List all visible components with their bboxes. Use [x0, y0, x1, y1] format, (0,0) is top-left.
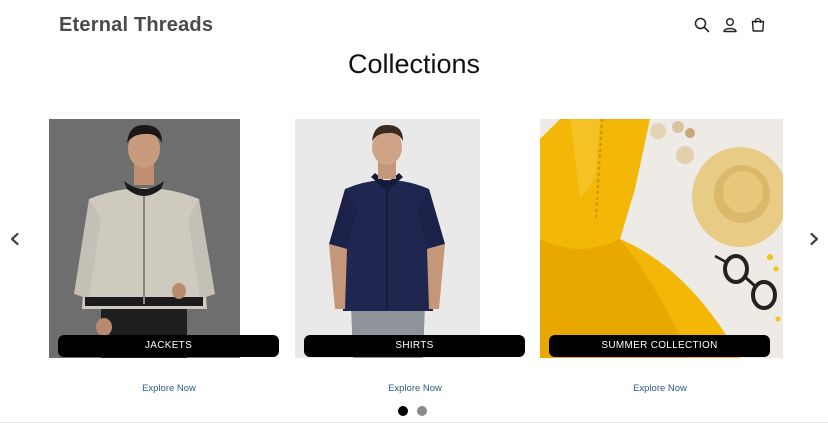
cart-icon[interactable] [749, 16, 767, 34]
collection-label[interactable]: SHIRTS [304, 335, 525, 357]
explore-now-link[interactable]: Explore Now [540, 383, 780, 394]
page-title: Collections [347, 49, 481, 79]
collection-image[interactable] [540, 119, 783, 358]
brand-logo[interactable]: Eternal Threads [59, 14, 213, 37]
carousel-pagination [398, 406, 428, 416]
chevron-left-icon[interactable] [7, 231, 23, 247]
explore-now-link[interactable]: Explore Now [295, 383, 535, 394]
site-header: Eternal Threads [0, 0, 828, 52]
divider [0, 422, 828, 423]
account-icon[interactable] [721, 16, 739, 34]
collection-image[interactable] [49, 119, 240, 358]
pagination-dot[interactable] [417, 406, 427, 416]
pagination-dot-active[interactable] [398, 406, 408, 416]
collection-label[interactable]: SUMMER COLLECTION [549, 335, 770, 357]
collection-label[interactable]: JACKETS [58, 335, 279, 357]
explore-now-link[interactable]: Explore Now [49, 383, 289, 394]
collection-image[interactable] [295, 119, 480, 358]
chevron-right-icon[interactable] [806, 231, 822, 247]
search-icon[interactable] [693, 16, 711, 34]
collections-carousel: JACKETS Explore Now SHIRTS Explore Now S… [0, 119, 828, 419]
